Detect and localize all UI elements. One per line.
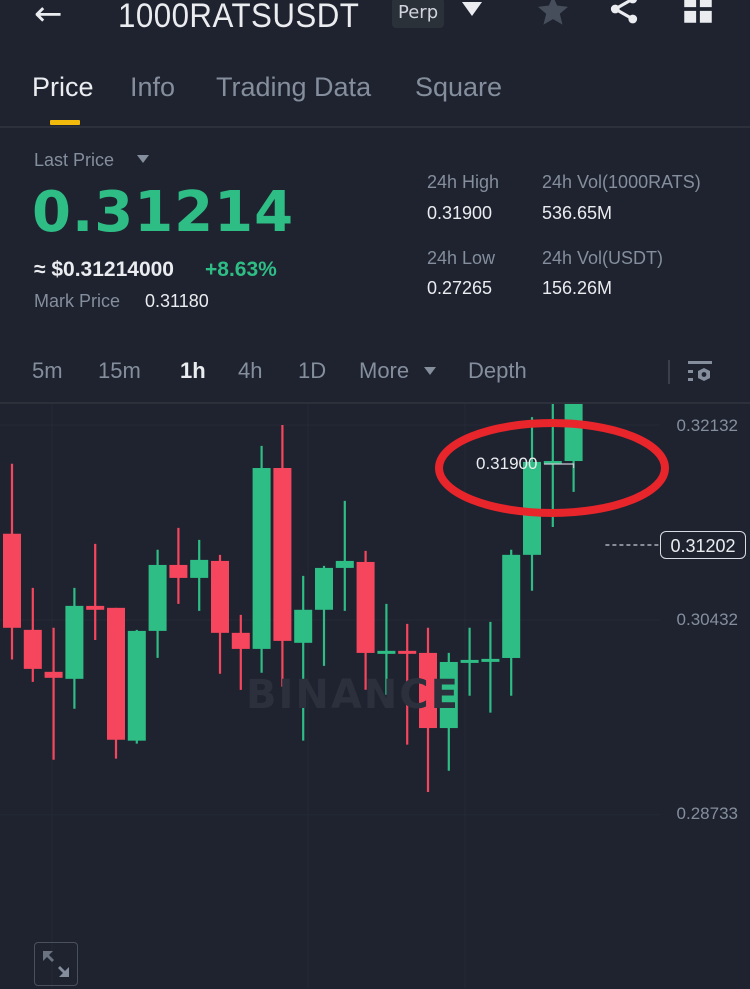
back-arrow-icon[interactable]: ← [34, 0, 63, 34]
change-percent: +8.63% [205, 258, 277, 281]
candle [252, 445, 271, 673]
toolbar-divider [668, 360, 670, 384]
timeframe-15m[interactable]: 15m [98, 358, 141, 384]
candle-body [211, 560, 229, 633]
vol-base-label: 24h Vol(1000RATS) [542, 172, 701, 192]
y-tick-label: 0.30432 [676, 610, 738, 629]
tab-bar: Price Info Trading Data Square [0, 64, 750, 126]
candle [23, 587, 42, 682]
candle-body [335, 560, 354, 568]
candle [356, 550, 375, 690]
candle-body [23, 629, 42, 669]
vol-base-value: 536.65M [542, 203, 613, 223]
last-price-label[interactable]: Last Price [34, 150, 114, 171]
candle-body [231, 632, 250, 649]
candle-body [315, 567, 333, 610]
expand-arrows-icon [43, 951, 69, 977]
tab-price[interactable]: Price [32, 72, 94, 103]
candle [127, 629, 146, 744]
vol-quote-value: 156.26M [542, 278, 613, 298]
expand-chart-button[interactable] [34, 942, 78, 986]
candle-body [148, 564, 167, 631]
candle [460, 627, 479, 696]
candle [315, 565, 333, 666]
candle-body [273, 468, 292, 641]
candle [190, 539, 209, 611]
timeframe-1d[interactable]: 1D [298, 358, 326, 384]
candle [502, 549, 521, 696]
candle-body [169, 564, 188, 578]
high-label: 24h High [427, 172, 500, 192]
top-bar: ← 1000RATSUSDT Perp [0, 0, 750, 40]
vol-quote-label: 24h Vol(USDT) [542, 248, 664, 268]
candle [148, 549, 167, 658]
mark-price-label: Mark Price [34, 291, 121, 311]
candle [3, 463, 21, 660]
grid-icon[interactable] [683, 0, 713, 24]
candle-body [398, 650, 417, 654]
candle-body [356, 561, 375, 653]
tabs-divider [0, 126, 750, 128]
candle-body [502, 554, 521, 658]
candle-body [252, 468, 271, 649]
candle [211, 554, 229, 674]
low-value: 0.27265 [427, 278, 493, 298]
candle-body [44, 671, 63, 678]
y-tick-label: 0.28733 [676, 804, 738, 823]
candle-body [107, 607, 125, 740]
share-icon[interactable] [608, 0, 640, 24]
y-tick-label: 0.32132 [676, 416, 738, 435]
tab-trading-data[interactable]: Trading Data [216, 72, 371, 103]
timeframe-5m[interactable]: 5m [32, 358, 63, 384]
high-marker-connector [544, 463, 575, 468]
candle-body [127, 630, 146, 741]
low-label: 24h Low [427, 248, 496, 268]
last-price-value: 0.31214 [32, 180, 295, 245]
candle-body [460, 659, 479, 663]
candle [107, 607, 125, 759]
timeframe-4h[interactable]: 4h [238, 358, 262, 384]
tab-square[interactable]: Square [415, 72, 502, 103]
tab-info[interactable]: Info [130, 72, 175, 103]
candle [65, 587, 84, 709]
high-value: 0.31900 [427, 203, 493, 223]
candle [335, 500, 354, 611]
mark-price-value: 0.31180 [145, 291, 209, 311]
candle [481, 621, 500, 713]
candle-body [377, 650, 396, 654]
usd-value: ≈ $0.31214000 [34, 258, 174, 281]
symbol-dropdown-icon[interactable] [462, 2, 482, 16]
candle [564, 404, 583, 492]
candle-body [564, 404, 583, 462]
candle-body [190, 559, 209, 578]
timeframe-more[interactable]: More [359, 358, 409, 384]
candle-body [294, 609, 313, 643]
binance-watermark: BINANCE [246, 672, 460, 718]
candle [44, 627, 63, 760]
candle-body [65, 605, 84, 679]
chart-settings-icon[interactable] [686, 360, 714, 386]
contract-type-badge: Perp [392, 0, 445, 28]
timeframe-1h[interactable]: 1h [180, 358, 206, 384]
candle-body [481, 658, 500, 662]
candle [523, 417, 541, 591]
active-tab-indicator [50, 120, 80, 125]
more-dropdown-icon[interactable] [424, 367, 436, 375]
candle [273, 425, 292, 687]
star-icon[interactable] [536, 0, 570, 26]
candle [86, 543, 105, 640]
last-price-dropdown-icon[interactable] [137, 155, 149, 163]
candle [169, 527, 188, 604]
depth-tab[interactable]: Depth [468, 358, 527, 384]
symbol-title[interactable]: 1000RATSUSDT [118, 0, 359, 36]
high-marker-label: 0.31900 [476, 454, 538, 473]
current-price-tag: 0.31202 [660, 531, 746, 559]
candle-body [86, 605, 105, 610]
candle-body [3, 533, 21, 628]
